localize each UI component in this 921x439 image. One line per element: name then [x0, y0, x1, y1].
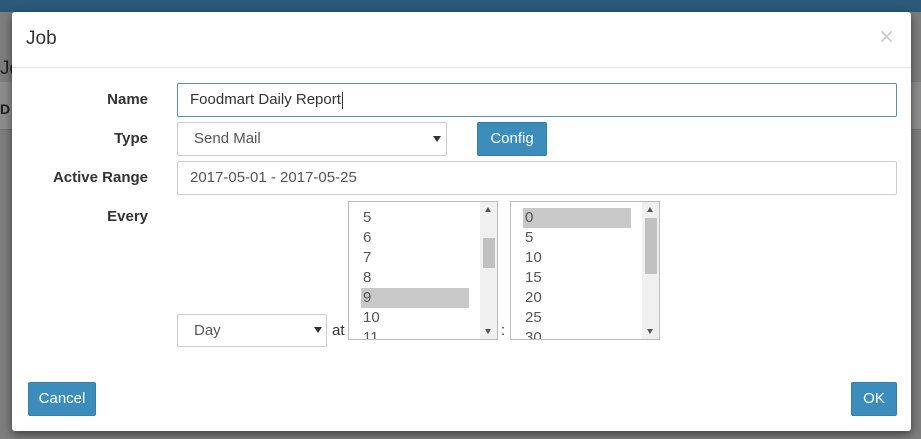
minute-option[interactable]: 20: [523, 288, 631, 308]
hour-option[interactable]: 11: [361, 328, 469, 339]
hour-scrollbar[interactable]: [480, 202, 497, 339]
scroll-up-icon[interactable]: [647, 207, 653, 212]
name-input[interactable]: Foodmart Daily Report: [177, 83, 897, 117]
close-icon[interactable]: ×: [878, 26, 895, 46]
minute-option[interactable]: 30: [523, 328, 631, 339]
period-select[interactable]: Day: [177, 314, 327, 347]
minute-option-selected[interactable]: 0: [523, 208, 631, 228]
text-cursor: [341, 91, 343, 109]
job-dialog: Job × Name Foodmart Daily Report Type Se…: [12, 12, 911, 431]
hour-option[interactable]: 4: [361, 202, 469, 208]
hour-option[interactable]: 5: [361, 208, 469, 228]
time-separator: :: [501, 322, 506, 339]
minute-scroll-thumb[interactable]: [645, 218, 657, 274]
active-range-value: 2017-05-01 - 2017-05-25: [190, 169, 357, 186]
hour-option[interactable]: 10: [361, 308, 469, 328]
minute-option[interactable]: 15: [523, 268, 631, 288]
every-label: Every: [107, 208, 148, 225]
period-select-value: Day: [194, 322, 221, 339]
minute-option[interactable]: 5: [523, 228, 631, 248]
hour-option[interactable]: 7: [361, 248, 469, 268]
background-topbar: [0, 0, 921, 12]
at-label: at: [332, 322, 345, 339]
type-chevron-down-icon: [433, 136, 441, 142]
config-button[interactable]: Config: [477, 122, 547, 156]
hour-scroll-thumb[interactable]: [483, 238, 495, 268]
type-label: Type: [114, 130, 148, 147]
type-select[interactable]: Send Mail: [177, 122, 447, 156]
dialog-header: Job ×: [12, 12, 911, 68]
dialog-title: Job: [26, 28, 57, 49]
minute-scrollbar[interactable]: [642, 202, 659, 339]
hour-listbox[interactable]: 4 5 6 7 8 9 10 11: [348, 201, 498, 340]
active-range-label: Active Range: [52, 169, 148, 186]
hour-option-selected[interactable]: 9: [361, 288, 469, 308]
period-chevron-down-icon: [314, 327, 322, 333]
scroll-down-icon[interactable]: [647, 329, 653, 334]
hour-option[interactable]: 8: [361, 268, 469, 288]
name-label: Name: [107, 91, 148, 108]
background-column-fragment: D: [0, 101, 11, 117]
ok-button[interactable]: OK: [851, 382, 897, 416]
cancel-button[interactable]: Cancel: [28, 382, 96, 416]
hour-option[interactable]: 6: [361, 228, 469, 248]
active-range-input[interactable]: 2017-05-01 - 2017-05-25: [177, 161, 897, 195]
type-select-value: Send Mail: [194, 130, 261, 147]
minute-listbox[interactable]: 0 5 10 15 20 25 30: [510, 201, 660, 340]
scroll-up-icon[interactable]: [485, 207, 491, 212]
name-input-value: Foodmart Daily Report: [190, 91, 341, 108]
minute-option[interactable]: 25: [523, 308, 631, 328]
scroll-down-icon[interactable]: [485, 329, 491, 334]
minute-option[interactable]: 10: [523, 248, 631, 268]
